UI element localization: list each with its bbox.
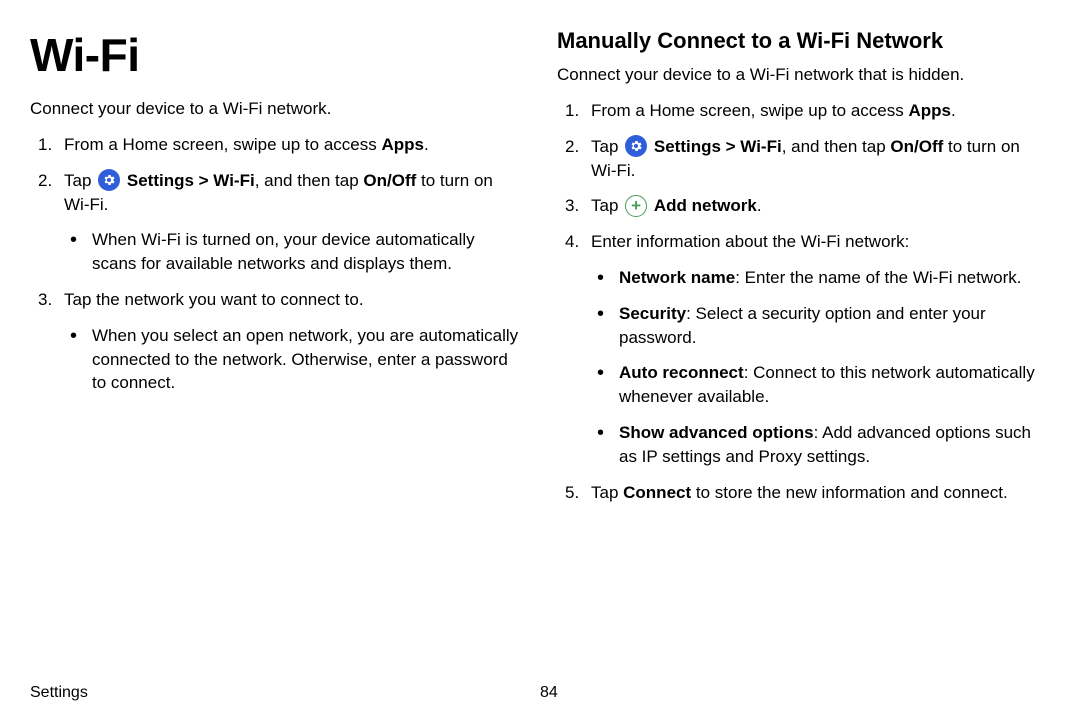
step-2: Tap Settings > Wi-Fi, and then tap On/Of… xyxy=(30,169,523,276)
footer-page-number: 84 xyxy=(540,684,558,702)
step-4-network-name: Network name: Enter the name of the Wi-F… xyxy=(591,266,1050,290)
footer-section-label: Settings xyxy=(30,684,540,702)
intro-text: Connect your device to a Wi-Fi network t… xyxy=(557,64,1050,87)
intro-text: Connect your device to a Wi-Fi network. xyxy=(30,98,523,121)
settings-icon xyxy=(98,169,120,191)
step-2: Tap Settings > Wi-Fi, and then tap On/Of… xyxy=(557,135,1050,183)
step-4-security: Security: Select a security option and e… xyxy=(591,302,1050,350)
step-2-sub: When Wi-Fi is turned on, your device aut… xyxy=(64,228,523,276)
page-title: Wi-Fi xyxy=(30,28,523,82)
page-footer: Settings 84 xyxy=(30,674,1050,702)
step-1: From a Home screen, swipe up to access A… xyxy=(30,133,523,157)
column-right: Manually Connect to a Wi-Fi Network Conn… xyxy=(557,28,1050,674)
steps-list: From a Home screen, swipe up to access A… xyxy=(30,133,523,395)
settings-icon xyxy=(625,135,647,157)
step-3-sub: When you select an open network, you are… xyxy=(64,324,523,395)
column-left: Wi-Fi Connect your device to a Wi-Fi net… xyxy=(30,28,523,674)
step-4-auto-reconnect: Auto reconnect: Connect to this network … xyxy=(591,361,1050,409)
step-3: Tap the network you want to connect to. … xyxy=(30,288,523,395)
step-5: Tap Connect to store the new information… xyxy=(557,481,1050,505)
step-4-advanced: Show advanced options: Add advanced opti… xyxy=(591,421,1050,469)
section-title: Manually Connect to a Wi-Fi Network xyxy=(557,28,1050,54)
add-icon: + xyxy=(625,195,647,217)
steps-list: From a Home screen, swipe up to access A… xyxy=(557,99,1050,504)
step-4: Enter information about the Wi-Fi networ… xyxy=(557,230,1050,468)
step-1: From a Home screen, swipe up to access A… xyxy=(557,99,1050,123)
step-3: Tap + Add network. xyxy=(557,194,1050,218)
